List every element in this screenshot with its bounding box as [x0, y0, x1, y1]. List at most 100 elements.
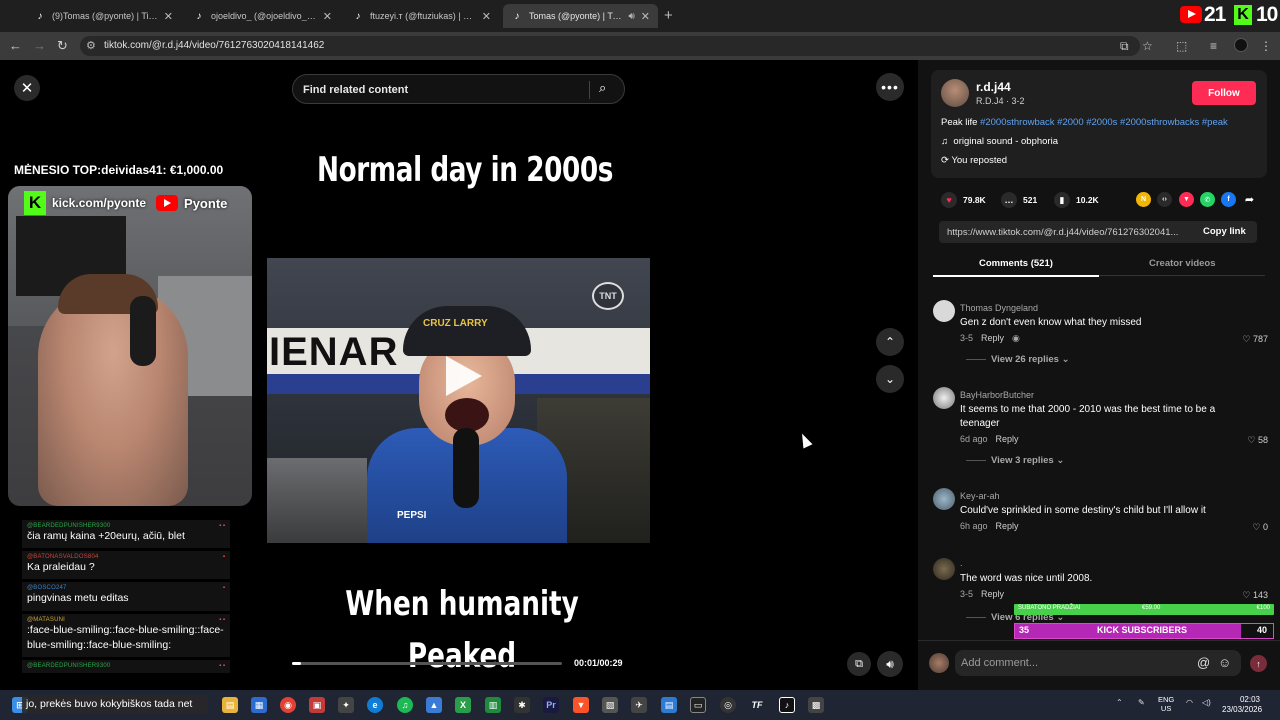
excel-icon[interactable]: X — [455, 697, 471, 713]
premiere-icon[interactable]: Pr — [543, 697, 559, 713]
cast-icon[interactable]: ⧉ — [1120, 39, 1129, 54]
steam-icon[interactable]: ✦ — [338, 697, 354, 713]
reload-icon[interactable]: ↻ — [57, 38, 68, 54]
app-icon-2[interactable]: ▥ — [485, 697, 501, 713]
tab-comments[interactable]: Comments (521) — [979, 258, 1053, 269]
commenter-avatar[interactable] — [933, 558, 955, 580]
copy-link-button[interactable]: Copy link — [1203, 226, 1246, 237]
file-explorer-icon[interactable]: ▤ — [222, 697, 238, 713]
close-icon[interactable]: ✕ — [323, 10, 332, 23]
tab-ftuziukas[interactable]: ♪ ftuzeyi.т (@ftuziukas) | TikTok ✕ — [344, 4, 499, 28]
app-icon-3[interactable]: ✱ — [514, 697, 530, 713]
tab-pyonte-1[interactable]: ♪ (9)Tomas (@pyonte) | TikTok ✕ — [26, 4, 181, 28]
previous-video-button[interactable]: ⌃ — [876, 328, 904, 356]
site-info-icon[interactable]: ⚙ — [86, 39, 96, 52]
video-frame[interactable]: IENAR CRUZ LARRY TNT PEPSI — [267, 258, 650, 543]
view-replies-button[interactable]: View 3 replies ⌄ — [966, 455, 1064, 466]
mention-icon[interactable]: @ — [1197, 655, 1210, 670]
hashtags[interactable]: #2000sthrowback #2000 #2000s #2000sthrow… — [980, 117, 1228, 128]
like-button[interactable]: ♥ 79.8K — [941, 192, 986, 208]
commenter-avatar[interactable] — [933, 488, 955, 510]
commenter-name[interactable]: Thomas Dyngeland — [960, 303, 1038, 313]
video-link[interactable]: https://www.tiktok.com/@r.d.j44/video/76… — [947, 227, 1187, 238]
creator-username[interactable]: r.d.j44 — [976, 80, 1011, 94]
reply-button[interactable]: Reply — [996, 521, 1019, 531]
video-progress-bar[interactable] — [292, 662, 562, 665]
reply-button[interactable]: Reply — [996, 434, 1019, 444]
comment-like-button[interactable]: ♡ 787 — [1242, 334, 1268, 345]
share-coin-icon[interactable]: N — [1136, 192, 1151, 207]
app-icon-4[interactable]: ✈ — [631, 697, 647, 713]
next-video-button[interactable]: ⌄ — [876, 365, 904, 393]
close-icon[interactable]: ✕ — [641, 10, 650, 23]
creator-avatar[interactable] — [941, 79, 969, 107]
volume-button[interactable]: 🔊︎ — [877, 651, 903, 677]
new-tab-button[interactable]: + — [664, 7, 673, 24]
facebook-icon[interactable]: f — [1221, 192, 1236, 207]
volume-tray-icon[interactable]: ◁) — [1202, 698, 1211, 707]
tiktok-taskbar-icon[interactable]: ♪ — [779, 697, 795, 713]
emoji-icon[interactable]: ☺ — [1218, 655, 1231, 670]
back-icon[interactable]: ← — [9, 38, 22, 53]
word-icon[interactable]: ▤ — [661, 697, 677, 713]
tray-chevron-icon[interactable]: ⌃ — [1116, 698, 1123, 707]
commenter-name[interactable]: BayHarborButcher — [960, 390, 1034, 400]
photos-icon[interactable]: ▲ — [426, 697, 442, 713]
follow-button[interactable]: Follow — [1192, 81, 1256, 105]
close-icon[interactable]: ✕ — [482, 10, 491, 23]
tab-ojoeldivo[interactable]: ♪ ojoeldivo_ (@ojoeldivo_) | TikTo ✕ — [185, 4, 340, 28]
edge-icon[interactable]: e — [367, 697, 383, 713]
post-comment-button[interactable]: ↑ — [1250, 655, 1267, 672]
comment-like-button[interactable]: ♡ 143 — [1242, 590, 1268, 601]
tray-app-icon[interactable]: ✎ — [1138, 698, 1145, 707]
language-indicator[interactable]: ENG US — [1158, 695, 1174, 714]
commenter-name[interactable]: Key-ar-ah — [960, 491, 1000, 501]
terminal-icon[interactable]: ▭ — [690, 697, 706, 713]
commenter-name[interactable]: . — [960, 558, 963, 568]
embed-icon[interactable]: ‹› — [1157, 192, 1172, 207]
more-options-button[interactable]: ••• — [876, 73, 904, 101]
reply-button[interactable]: Reply — [981, 589, 1004, 599]
extensions-icon[interactable]: ⬚ — [1176, 39, 1187, 53]
menu-icon[interactable]: ⋮ — [1260, 39, 1272, 53]
share-arrow-icon[interactable]: ➦ — [1242, 192, 1257, 207]
reply-button[interactable]: Reply — [981, 333, 1004, 343]
search-input[interactable] — [303, 81, 583, 99]
close-video-button[interactable]: ✕ — [14, 75, 40, 101]
commenter-avatar[interactable] — [933, 387, 955, 409]
clock[interactable]: 02:03 23/03/2026 — [1222, 695, 1262, 715]
save-button[interactable]: ▮ 10.2K — [1054, 192, 1099, 208]
store-icon[interactable]: ▦ — [251, 697, 267, 713]
picture-in-picture-button[interactable]: ⧉ — [847, 652, 871, 676]
play-icon[interactable] — [444, 356, 484, 396]
wifi-icon[interactable]: ◠ — [1186, 698, 1193, 707]
send-icon[interactable]: ▼ — [1179, 192, 1194, 207]
search-icon[interactable]: ⌕ — [599, 80, 606, 96]
comment-like-button[interactable]: ♡ 0 — [1252, 522, 1268, 533]
view-replies-button[interactable]: View 26 replies ⌄ — [966, 354, 1070, 365]
tab-pyonte-active[interactable]: ♪ Tomas (@pyonte) | TikTok 🔊︎ ✕ — [503, 4, 658, 28]
notepad-icon[interactable]: ▧ — [602, 697, 618, 713]
whatsapp-icon[interactable]: ✆ — [1200, 192, 1215, 207]
comment-button[interactable]: … 521 — [1001, 192, 1037, 208]
tf-icon[interactable]: TF — [749, 697, 765, 713]
url-field[interactable]: ⚙ tiktok.com/@r.d.j44/video/761276302041… — [80, 36, 1140, 56]
tab-creator-videos[interactable]: Creator videos — [1149, 258, 1216, 269]
comment-like-button[interactable]: ♡ 58 — [1247, 435, 1268, 446]
obs-icon[interactable]: ◎ — [720, 697, 736, 713]
speaker-icon[interactable]: 🔊︎ — [628, 11, 634, 22]
app-icon-5[interactable]: ▩ — [808, 697, 824, 713]
app-icon[interactable]: ▣ — [309, 697, 325, 713]
chat-message-overlay: jo, prekės buvo kokybiškos tada net — [22, 695, 208, 713]
chrome-icon[interactable]: ◉ — [280, 697, 296, 713]
sound-line[interactable]: ♫ original sound - obphoria — [941, 136, 1058, 147]
brave-icon[interactable]: ▼ — [573, 697, 589, 713]
media-control-icon[interactable]: ≡ — [1210, 39, 1217, 53]
profile-avatar[interactable] — [1234, 38, 1248, 52]
bookmark-star-icon[interactable]: ☆ — [1142, 39, 1153, 53]
forward-icon[interactable]: → — [33, 38, 46, 53]
commenter-avatar[interactable] — [933, 300, 955, 322]
spotify-icon[interactable]: ♫ — [397, 697, 413, 713]
close-icon[interactable]: ✕ — [164, 10, 173, 23]
comment-input[interactable] — [961, 654, 1191, 672]
